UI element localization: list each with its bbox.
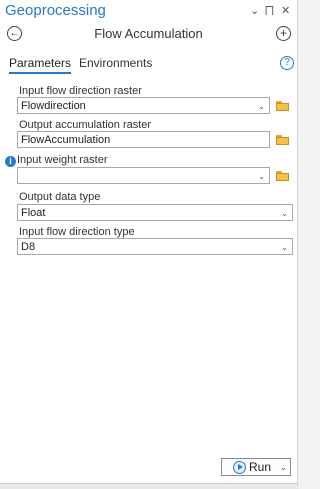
input-weight-raster-label: Input weight raster <box>17 154 108 166</box>
input-flow-direction-type-label: Input flow direction type <box>19 226 135 238</box>
bottom-strip <box>0 484 299 489</box>
browse-folder-icon[interactable] <box>276 100 289 111</box>
output-data-type-select[interactable]: Float ⌄ <box>17 204 293 221</box>
pin-icon[interactable]: ⨅ <box>265 4 274 18</box>
tab-bar: Parameters Environments ? <box>0 53 297 75</box>
help-icon[interactable]: ? <box>280 56 294 70</box>
info-icon[interactable]: i <box>5 156 16 167</box>
close-icon[interactable]: ✕ <box>281 4 290 18</box>
input-flow-direction-type-value: D8 <box>21 241 36 253</box>
run-button[interactable]: Run ⌄ <box>221 458 291 476</box>
pane-menu-icon[interactable]: ⌄ <box>250 4 259 18</box>
run-options-chevron-icon[interactable]: ⌄ <box>280 461 287 475</box>
tab-parameters[interactable]: Parameters <box>9 56 72 74</box>
browse-folder-icon[interactable] <box>276 170 289 181</box>
add-icon[interactable]: + <box>276 26 291 41</box>
output-accumulation-raster-field[interactable]: FlowAccumulation <box>17 131 270 148</box>
output-accumulation-raster-label: Output accumulation raster <box>19 119 152 131</box>
pane-titlebar: Geoprocessing ⌄ ⨅ ✕ <box>0 0 297 22</box>
tool-header: ← Flow Accumulation + <box>0 23 297 47</box>
input-flow-direction-raster-label: Input flow direction raster <box>19 85 142 97</box>
input-flow-direction-type-select[interactable]: D8 ⌄ <box>17 238 293 255</box>
chevron-down-icon[interactable]: ⌄ <box>281 205 288 222</box>
input-weight-raster-field[interactable]: ⌄ <box>17 167 270 184</box>
run-label: Run <box>249 460 272 474</box>
tab-environments[interactable]: Environments <box>79 56 152 72</box>
play-icon <box>233 461 246 474</box>
tool-title: Flow Accumulation <box>94 26 203 41</box>
input-flow-direction-raster-field[interactable]: Flowdirection ⌄ <box>17 97 270 114</box>
browse-folder-icon[interactable] <box>276 134 289 145</box>
input-flow-direction-raster-value: Flowdirection <box>21 100 86 112</box>
output-accumulation-raster-value: FlowAccumulation <box>21 134 111 146</box>
output-data-type-label: Output data type <box>19 191 101 203</box>
geoprocessing-pane: Geoprocessing ⌄ ⨅ ✕ ← Flow Accumulation … <box>0 0 298 484</box>
chevron-down-icon[interactable]: ⌄ <box>258 98 265 115</box>
chevron-down-icon[interactable]: ⌄ <box>258 168 265 185</box>
pane-title: Geoprocessing <box>5 2 106 19</box>
chevron-down-icon[interactable]: ⌄ <box>281 239 288 256</box>
output-data-type-value: Float <box>21 207 46 219</box>
